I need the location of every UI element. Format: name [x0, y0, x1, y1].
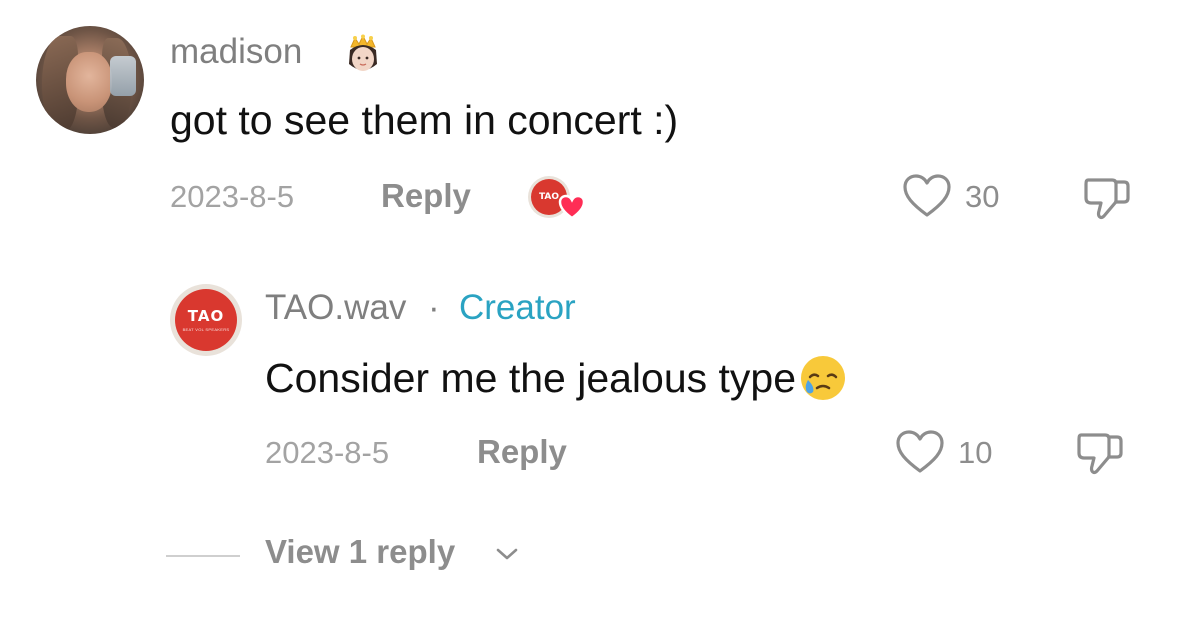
reply-date: 2023-8-5	[265, 435, 390, 470]
heart-icon	[558, 194, 586, 220]
view-replies-button[interactable]: View 1 reply	[265, 533, 455, 571]
chevron-down-icon[interactable]	[495, 546, 519, 562]
reply-text: Consider me the jealous type	[265, 352, 850, 402]
reply-like-count: 10	[958, 435, 993, 470]
princess-emoji-icon	[349, 34, 377, 71]
creator-avatar[interactable]: TAO BEAT VOL SPEAKERS	[170, 284, 242, 356]
thread-divider	[166, 555, 240, 557]
comment-date: 2023-8-5	[170, 179, 295, 214]
tao-logo: TAO	[187, 306, 225, 325]
reply-button[interactable]: Reply	[381, 177, 471, 215]
reply-text-content: Consider me the jealous type	[265, 355, 797, 401]
tao-logo-subtitle: BEAT VOL SPEAKERS	[182, 326, 230, 332]
comment-text: got to see them in concert :)	[170, 97, 679, 143]
creator-badge: Creator	[459, 288, 576, 327]
face-holding-back-tears-icon	[801, 356, 846, 400]
like-heart-icon[interactable]	[902, 173, 952, 219]
avatar[interactable]	[36, 26, 144, 134]
reply-reply-button[interactable]: Reply	[477, 433, 567, 471]
separator-dot: ·	[428, 288, 440, 327]
liked-by-creator-badge: TAO	[528, 176, 586, 224]
reply-username[interactable]: TAO.wav	[265, 288, 406, 328]
reply-dislike-icon[interactable]	[1075, 431, 1125, 477]
like-count: 30	[965, 179, 1000, 214]
reply-like-heart-icon[interactable]	[895, 429, 945, 475]
dislike-icon[interactable]	[1082, 176, 1132, 222]
comment-username[interactable]: madison	[170, 32, 302, 72]
